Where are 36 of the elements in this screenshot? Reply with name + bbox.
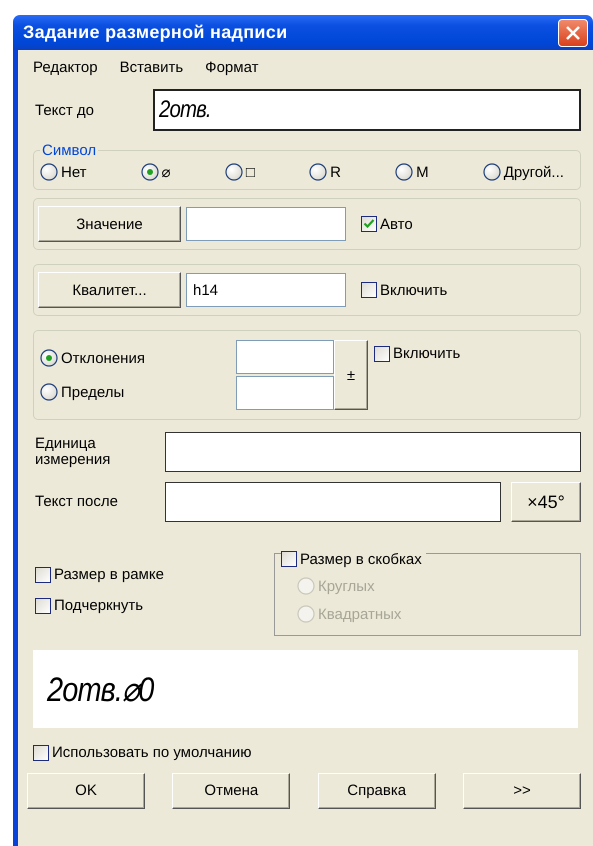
plus-minus-button[interactable]: ± xyxy=(334,340,368,410)
dialog-button[interactable]: OK xyxy=(27,772,145,808)
radio-label: Другой... xyxy=(504,164,564,180)
field-label: Текст после xyxy=(34,494,119,510)
checkbox-label: Размер в рамке xyxy=(54,566,164,583)
text-before-field[interactable]: 2отв. xyxy=(153,89,581,131)
radio-label: Отклонения xyxy=(61,350,145,366)
menu-item[interactable]: Формат xyxy=(205,56,258,78)
radio-label: Круглых xyxy=(318,578,375,594)
value-button[interactable]: Значение xyxy=(38,206,181,242)
radio-label: □ xyxy=(246,164,255,180)
field-label: Единица измерения xyxy=(34,436,112,468)
checkbox-label: Авто xyxy=(380,216,413,232)
dialog-button[interactable]: >> xyxy=(462,772,581,808)
checkbox-label: Размер в скобках xyxy=(300,550,422,568)
radio-label: R xyxy=(330,164,341,180)
preview-text: 2отв.⌀0 xyxy=(47,670,154,710)
quality-button[interactable]: Квалитет... xyxy=(38,272,181,308)
quality-field[interactable]: h14 xyxy=(186,273,346,307)
menu-item[interactable]: Вставить xyxy=(120,56,184,78)
checkbox-label: Подчеркнуть xyxy=(54,597,144,614)
dialog-button[interactable]: Отмена xyxy=(172,772,290,808)
window-title: Задание размерной надписи xyxy=(23,22,288,43)
checkbox-label: Включить xyxy=(380,282,448,298)
radio-label: M xyxy=(416,164,429,180)
dialog-button[interactable]: Справка xyxy=(318,772,436,808)
checkbox-label: Включить xyxy=(393,345,460,362)
angle-button[interactable]: ×45° xyxy=(511,482,581,522)
radio-label: Квадратных xyxy=(318,606,402,622)
checkbox-label: Использовать по умолчанию xyxy=(52,744,252,761)
field-label: Текст до xyxy=(34,102,96,118)
radio-label: ⌀ xyxy=(162,163,171,181)
radio-label: Пределы xyxy=(61,384,124,400)
group-legend: Символ xyxy=(40,142,98,159)
menu-item[interactable]: Редактор xyxy=(33,56,98,78)
radio-label: Нет xyxy=(61,164,87,180)
